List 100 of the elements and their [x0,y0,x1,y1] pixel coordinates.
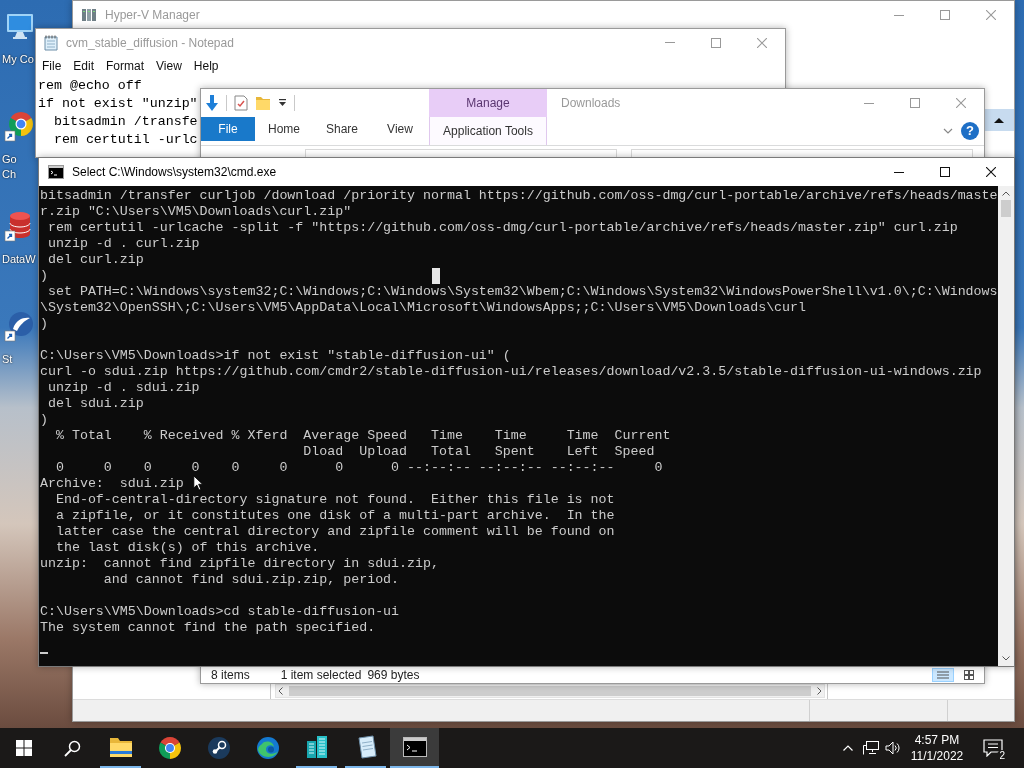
console-line: unzip: cannot find zipfile directory in sdui.zip, [40,556,439,572]
horizontal-scrollbar[interactable] [275,684,825,698]
console-line: the last disk(s) of this archive. [54,540,320,556]
clock-time[interactable]: 4:57 PM [914,732,960,748]
buildings-icon [305,735,328,759]
folder-icon [108,736,133,758]
maximize-icon [940,167,950,177]
minimize-icon [665,42,675,43]
scrollbar-thumb[interactable] [289,686,811,696]
console-line: ) [40,412,48,428]
window-title: cvm_stable_diffusion - Notepad [66,34,234,52]
tab-group-header: Manage [429,89,547,117]
maximize-icon [910,98,920,108]
console-icon [48,165,64,179]
chrome-icon [157,736,182,760]
close-icon [956,98,966,108]
maximize-icon [940,10,950,20]
text-cursor-icon [40,652,48,654]
menu-item[interactable]: Help [187,56,225,76]
console-line: a zipfile, or it constitutes one disk of a multi-part archive. In the [54,508,615,524]
chevron-up-icon[interactable] [843,745,853,751]
help-button[interactable]: ? [961,122,979,140]
ribbon-tab[interactable]: File [201,117,255,141]
console-line: End-of-central-directory signature not found. Either this file is not [54,492,615,508]
scroll-right-icon [817,687,822,695]
console-line: Dload Upload Total Spent Left Speed [302,444,655,460]
console-line: ) [40,268,48,284]
console-line: and cannot find sdui.zip.zip, period. [102,572,400,588]
console-line: del sdui.zip [46,396,144,412]
mouse-pointer-icon [193,475,203,491]
steam-icon [206,736,231,760]
console-line: unzip -d . curl.zip [46,236,200,252]
window-title: Downloads [561,95,621,112]
edge-icon [255,736,280,760]
editor-field[interactable]: rem @echo off if not exist "unzip" bitsadmin /transfe rem certutil -urlc [36,76,198,149]
status-text: 1 item selected [280,666,362,684]
block-cursor-icon [432,268,440,284]
ribbon-tab[interactable]: Share [313,117,371,141]
chevron-down-icon[interactable] [943,128,953,134]
console-line: curl -o sdui.zip https://github.com/cmdr2/stable-diffusion-ui/releases/download/v2.3.5/stable-diffusion-ui-windows.zip [40,364,982,380]
console-line: rem certutil -urlcache -split -f "https://github.com/oss-dmg/curl-portable/archive/refs/heads/master.zip" curl.zip [46,220,958,236]
console-line: del curl.zip [46,252,144,268]
search-icon [63,739,81,757]
menu-item[interactable]: View [150,56,188,76]
vertical-scrollbar[interactable] [998,186,1014,666]
console-line: The system cannot find the path specified. [40,620,376,636]
console-line: r.zip "C:\Users\VM5\Downloads\curl.zip" [40,204,352,220]
scroll-left-icon [278,687,283,695]
download-arrow-icon[interactable] [205,94,219,112]
network-icon[interactable] [863,741,879,755]
console-line: set PATH=C:\Windows\system32;C:\Windows;C:\Windows\System32\Wbem;C:\Windows\System32\WindowsPowerShell\v1.0\;C:\Windows [46,284,998,300]
window-title: Select C:\Windows\system32\cmd.exe [72,164,277,181]
status-text: 969 bytes [367,666,420,684]
console-line: C:\Users\VM5\Downloads>if not exist "stable-diffusion-ui" ( [40,348,511,364]
status-text: 8 items [210,666,250,684]
desktop-icon-label: St [2,352,13,367]
window-title: Hyper-V Manager [105,7,200,24]
taskbar-button[interactable] [390,728,439,768]
ribbon-tab[interactable]: Home [255,117,313,141]
console-line: unzip -d . sdui.zip [46,380,200,396]
chrome-icon[interactable] [4,110,36,142]
notepad-icon [44,34,58,51]
windows-logo-icon [16,740,32,756]
minimize-icon [864,102,874,104]
console-line: ) [40,316,48,332]
desktop-icon-label: Go Ch [2,152,17,182]
close-icon [757,37,767,48]
collapse-button[interactable] [984,109,1014,131]
clock-date[interactable]: 11/1/2022 [910,748,964,764]
minimize-icon [894,14,904,16]
minimize-icon [894,171,904,173]
scroll-up-icon [1002,191,1010,196]
menu-item[interactable]: Format [100,56,151,76]
close-icon [986,167,996,177]
triangle-up-icon [994,117,1004,123]
console-line: bitsadmin /transfer curljob /download /priority normal https://github.com/oss-dmg/curl-portable/archive/refs/heads/maste [40,188,998,204]
dropdown-caret-icon[interactable] [278,99,287,107]
menu-item[interactable]: Edit [67,56,101,76]
desktop-icon-label: My Co [2,52,34,67]
desktop-icon-label: DataW [2,252,36,267]
volume-icon[interactable] [885,741,901,755]
console-line: \System32\OpenSSH\;C:\Users\VM5\AppData\Local\Microsoft\WindowsApps;;C:\Users\VM5\Downloads\curl [40,300,807,316]
scrollbar-thumb[interactable] [1001,200,1011,217]
notification-icon[interactable] [983,739,1003,757]
console-line: Archive: sdui.zip [40,476,184,492]
notification-count: 2 [997,750,1007,761]
maximize-icon [711,37,721,48]
console-line: % Total % Received % Xferd Average Speed Time Time Time Current [54,428,671,444]
console-line: 0 0 0 0 0 0 0 0 --:--:-- --:--:-- --:--:-- 0 [54,460,663,476]
ribbon-tab[interactable]: Application Tools [429,117,547,145]
server-icon [81,7,97,23]
console-icon [402,737,427,757]
menu-item[interactable]: File [36,56,68,76]
close-icon [986,10,996,20]
properties-icon[interactable] [234,95,248,111]
ribbon-tab[interactable]: View [371,117,429,141]
console-line: C:\Users\VM5\Downloads>cd stable-diffusion-ui [40,604,400,620]
round-logo-icon[interactable] [4,310,36,342]
console-line: latter case the central directory and zipfile comment will be found on [54,524,615,540]
scroll-down-icon [1002,656,1010,661]
